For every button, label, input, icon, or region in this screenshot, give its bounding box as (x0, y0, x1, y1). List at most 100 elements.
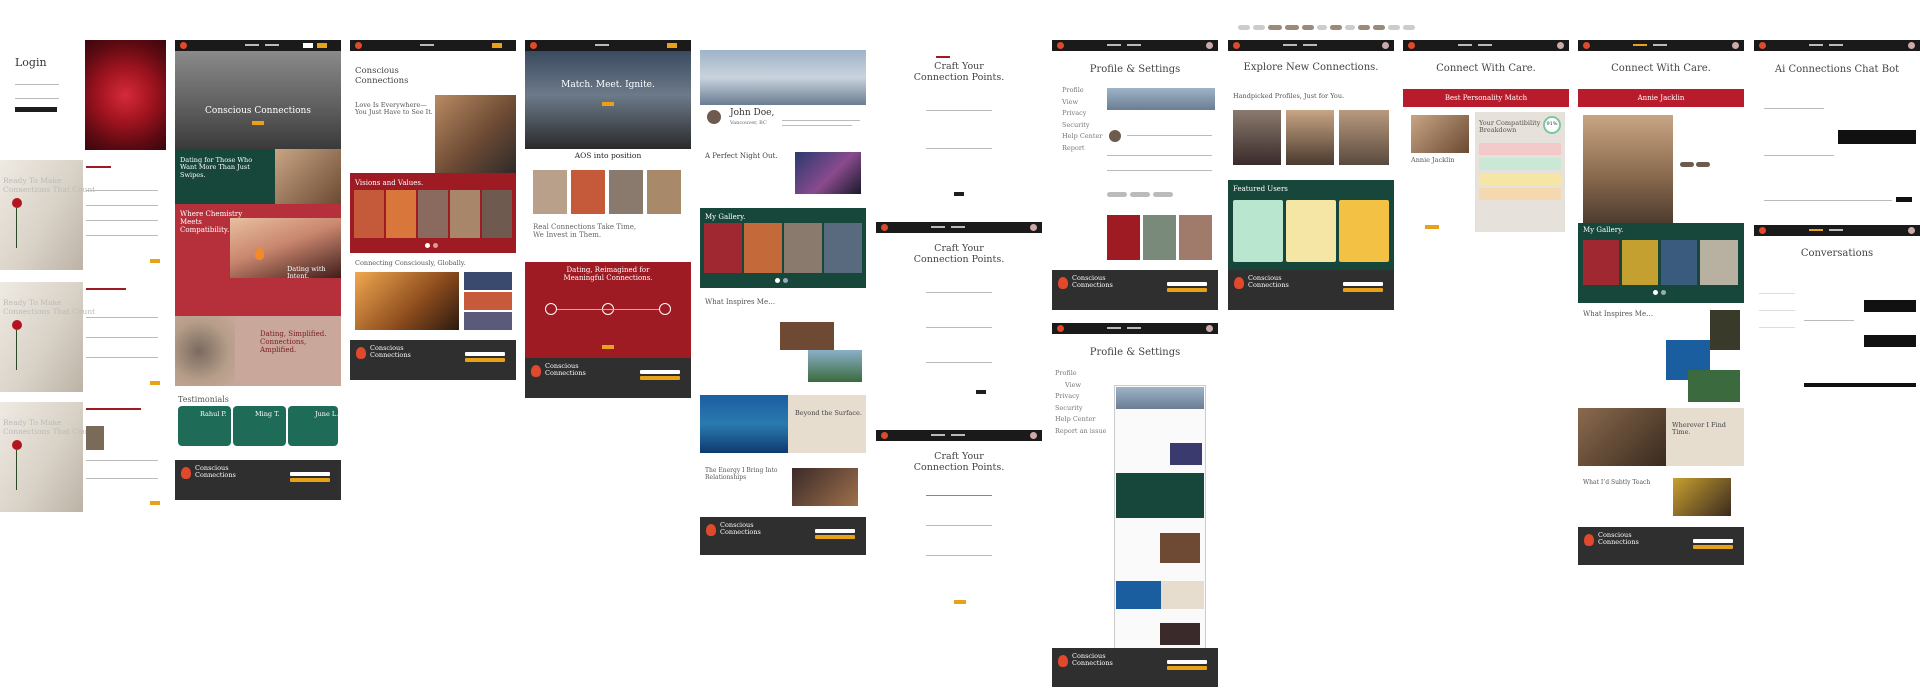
avatar[interactable] (1206, 42, 1213, 49)
page-tab[interactable] (1302, 25, 1314, 30)
chat-input[interactable] (1764, 200, 1892, 201)
save-button[interactable] (1167, 666, 1207, 670)
avatar[interactable] (1557, 42, 1564, 49)
answer-field[interactable] (926, 292, 992, 293)
nav-link[interactable] (1829, 229, 1843, 231)
menu-item-profile[interactable]: Profile (1055, 368, 1107, 380)
menu-item-security[interactable]: Security (1055, 403, 1107, 415)
conversation-item[interactable] (1759, 280, 1795, 294)
carousel-dot[interactable] (433, 243, 438, 248)
next-button[interactable] (954, 192, 964, 196)
page-tab[interactable] (1358, 25, 1370, 30)
profile-photo-upload[interactable] (86, 426, 104, 450)
logo-icon[interactable] (355, 42, 362, 49)
slider-track[interactable] (926, 495, 992, 496)
gallery-card[interactable] (1661, 240, 1697, 285)
nav-link[interactable] (1809, 44, 1823, 46)
nav-link[interactable] (1127, 44, 1141, 46)
newsletter-input[interactable] (815, 529, 855, 533)
nav-button[interactable] (303, 43, 313, 48)
form-field[interactable] (1127, 135, 1212, 136)
logo-icon[interactable] (1759, 42, 1766, 49)
carousel-dot[interactable] (783, 278, 788, 283)
form-field[interactable] (86, 235, 158, 236)
gallery-card[interactable] (1583, 240, 1619, 285)
form-field[interactable] (1107, 155, 1212, 156)
nav-link[interactable] (1303, 44, 1317, 46)
form-field[interactable] (86, 205, 158, 206)
answer-field[interactable] (926, 362, 992, 363)
menu-item-security[interactable]: Security (1062, 120, 1102, 132)
gallery-card[interactable] (704, 223, 742, 273)
nav-link[interactable] (931, 434, 945, 436)
page-tab[interactable] (1238, 25, 1250, 30)
send-button[interactable] (1804, 383, 1916, 387)
answer-field[interactable] (926, 110, 992, 111)
next-button[interactable] (150, 381, 160, 385)
avatar[interactable] (1908, 227, 1915, 234)
avatar[interactable] (1030, 432, 1037, 439)
menu-item-view[interactable]: View (1055, 380, 1107, 392)
logo-icon[interactable] (530, 42, 537, 49)
nav-link[interactable] (265, 44, 279, 46)
featured-card[interactable] (1233, 200, 1283, 262)
avatar[interactable] (1908, 42, 1915, 49)
carousel-dot[interactable] (775, 278, 780, 283)
interest-tag[interactable] (1107, 192, 1127, 197)
menu-item-report[interactable]: Report an issue (1055, 426, 1107, 438)
nav-link[interactable] (931, 226, 945, 228)
newsletter-input[interactable] (1167, 282, 1207, 286)
form-field[interactable] (86, 460, 158, 461)
nav-link[interactable] (595, 44, 609, 46)
value-card[interactable] (354, 190, 384, 238)
nav-link[interactable] (1653, 44, 1667, 46)
page-tab[interactable] (1345, 25, 1355, 30)
conversation-item[interactable] (1759, 314, 1795, 328)
nav-link[interactable] (1829, 44, 1843, 46)
value-card[interactable] (386, 190, 416, 238)
menu-item-privacy[interactable]: Privacy (1055, 391, 1107, 403)
form-field[interactable] (86, 190, 158, 191)
page-tab[interactable] (1268, 25, 1282, 30)
save-button[interactable] (1167, 288, 1207, 292)
menu-item-help[interactable]: Help Center (1062, 131, 1102, 143)
menu-item-privacy[interactable]: Privacy (1062, 108, 1102, 120)
nav-link[interactable] (245, 44, 259, 46)
send-button[interactable] (1896, 197, 1912, 202)
event-card[interactable] (533, 170, 567, 214)
subscribe-button[interactable] (1693, 545, 1733, 549)
hero-cta[interactable] (252, 121, 264, 125)
newsletter-input[interactable] (640, 370, 680, 374)
menu-item-profile[interactable]: Profile (1062, 85, 1102, 97)
password-field[interactable] (15, 98, 59, 99)
newsletter-input[interactable] (290, 472, 330, 476)
avatar[interactable] (1732, 42, 1739, 49)
carousel-dot[interactable] (1653, 290, 1658, 295)
connect-button[interactable] (1425, 225, 1439, 229)
nav-link[interactable] (1127, 327, 1141, 329)
logo-icon[interactable] (881, 224, 888, 231)
nav-link[interactable] (420, 44, 434, 46)
answer-field[interactable] (926, 148, 992, 149)
logo-icon[interactable] (1583, 42, 1590, 49)
page-tab[interactable] (1285, 25, 1299, 30)
nav-link[interactable] (1633, 44, 1647, 46)
event-card[interactable] (571, 170, 605, 214)
email-field[interactable] (15, 84, 59, 85)
subscribe-button[interactable] (815, 535, 855, 539)
menu-item-report[interactable]: Report (1062, 143, 1102, 155)
logo-icon[interactable] (1408, 42, 1415, 49)
next-button[interactable] (150, 259, 160, 263)
newsletter-input[interactable] (465, 352, 505, 356)
form-field[interactable] (86, 317, 158, 318)
logo-icon[interactable] (1233, 42, 1240, 49)
interest-tag[interactable] (1153, 192, 1173, 197)
newsletter-input[interactable] (1693, 539, 1733, 543)
subscribe-button[interactable] (1343, 288, 1383, 292)
gallery-card[interactable] (1700, 240, 1738, 285)
nav-link[interactable] (1107, 44, 1121, 46)
newsletter-input[interactable] (1167, 660, 1207, 664)
form-field[interactable] (86, 478, 158, 479)
page-tab[interactable] (1388, 25, 1400, 30)
menu-item-view[interactable]: View (1062, 97, 1102, 109)
